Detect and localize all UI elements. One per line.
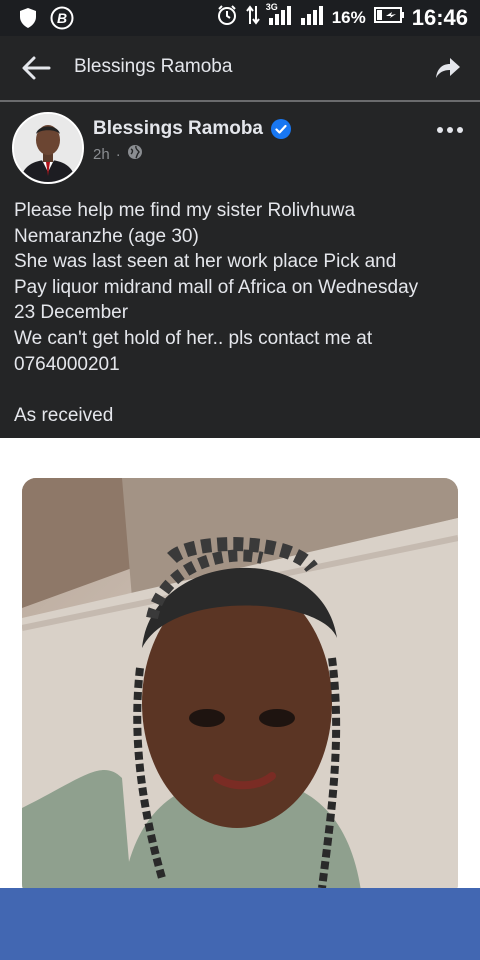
post-card: Blessings Ramoba 2h · Please help me fin… [0,102,480,438]
post-text-line: Nemaranzhe (age 30) [14,225,199,247]
post-photo[interactable] [22,478,458,898]
share-icon[interactable] [434,54,462,82]
verified-badge-icon [271,119,291,139]
post-text-line: Pay liquor midrand mall of Africa on Wed… [14,276,419,298]
b-app-icon: B [50,6,74,35]
post-meta: 2h · [93,144,143,164]
meta-separator: · [115,145,121,163]
data-arrows-icon [245,4,260,31]
post-text-line: We can't get hold of her.. pls contact m… [14,327,373,349]
author-name[interactable]: Blessings Ramoba [93,118,263,140]
post-text-line: She was last seen at her work place Pick… [14,251,397,273]
svg-text:B: B [57,10,67,26]
globe-icon [127,144,143,164]
status-bar: B 3G 16% 16:46 [0,0,480,36]
signal-icon: 3G [265,2,292,31]
post-footer-text: As received [14,404,114,426]
post-time[interactable]: 2h [93,146,110,163]
page-title: Blessings Ramoba [74,56,233,77]
alarm-icon [216,4,238,31]
app-bar: Blessings Ramoba [0,36,480,102]
post-body: Please help me find my sister Rolivhuwa … [14,198,469,428]
network-type-label: 3G [265,2,278,12]
signal-icon [300,4,324,31]
more-options-icon[interactable] [436,120,464,140]
battery-icon [373,6,404,29]
avatar[interactable] [12,112,84,184]
battery-percent: 16% [331,7,366,27]
post-author[interactable]: Blessings Ramoba [93,118,291,140]
post-text-line: 0764000201 [14,353,120,375]
bottom-bar [0,888,480,960]
post-text-line: Please help me find my sister Rolivhuwa [14,200,356,221]
post-text-line: 23 December [14,302,129,324]
shield-icon [18,7,38,34]
back-arrow-icon[interactable] [20,54,52,82]
status-time: 16:46 [411,4,468,30]
